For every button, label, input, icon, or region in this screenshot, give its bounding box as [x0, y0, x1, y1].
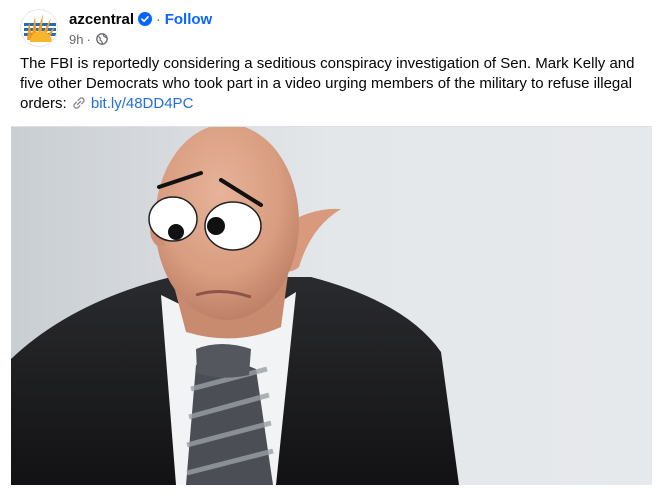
post-image[interactable]: [11, 126, 652, 485]
time-separator: ·: [86, 31, 91, 47]
post-time[interactable]: 9h: [69, 32, 83, 47]
facebook-post: azcentral · Follow 9h · The FBI is repor…: [0, 0, 672, 496]
page-name[interactable]: azcentral: [69, 11, 134, 28]
short-link[interactable]: bit.ly/48DD4PC: [91, 95, 194, 112]
name-row: azcentral · Follow: [69, 9, 212, 29]
post-caption: The FBI is reportedly considering a sedi…: [20, 54, 642, 116]
page-avatar[interactable]: [20, 9, 58, 47]
post-meta: azcentral · Follow 9h ·: [69, 9, 212, 47]
verified-badge-icon: [138, 12, 153, 26]
link-icon: [71, 96, 87, 116]
time-row: 9h ·: [69, 31, 212, 47]
edited-portrait-image: [11, 127, 652, 485]
azcentral-sun-logo: [21, 10, 57, 46]
separator-dot: ·: [156, 11, 161, 27]
follow-button[interactable]: Follow: [165, 11, 213, 28]
post-header: azcentral · Follow 9h ·: [20, 6, 212, 50]
globe-icon: [95, 33, 108, 45]
